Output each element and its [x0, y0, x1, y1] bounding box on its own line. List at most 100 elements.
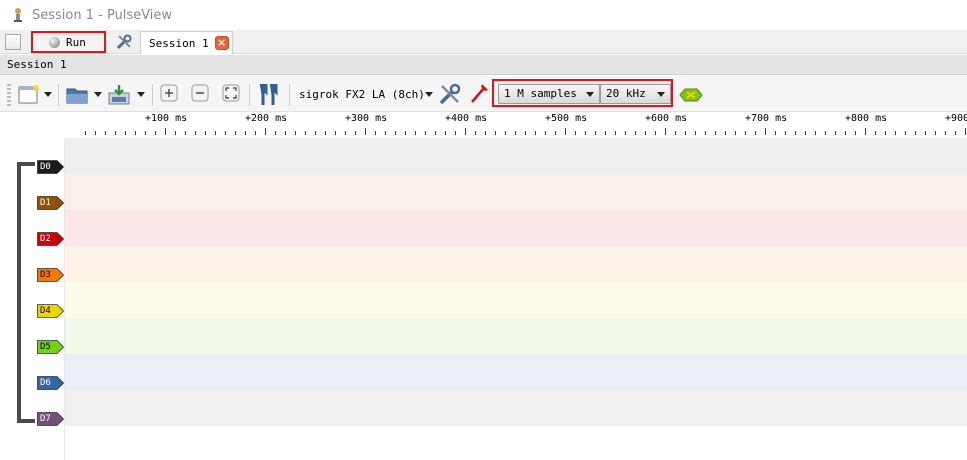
open-dropdown-icon[interactable] [94, 92, 102, 97]
channel-lane-d7[interactable] [65, 390, 967, 426]
channel-label-d6[interactable]: D6 [37, 376, 65, 390]
channel-name: D2 [40, 234, 51, 244]
ruler-minor-tick [525, 131, 526, 135]
ruler-minor-tick [905, 131, 906, 135]
ruler-major-tick [865, 128, 866, 135]
ruler-minor-tick [895, 131, 896, 135]
zoom-out-icon[interactable] [191, 84, 209, 102]
close-tab-icon[interactable]: × [214, 36, 229, 50]
ruler-minor-tick [575, 131, 576, 135]
device-configure-icon[interactable] [438, 82, 462, 106]
probe-channels-icon[interactable] [470, 82, 490, 104]
channel-lane-d2[interactable] [65, 210, 967, 246]
channel-group-bracket[interactable] [17, 162, 35, 423]
sample-count-select[interactable]: 1 M samples [498, 84, 600, 104]
channel-name: D5 [40, 342, 51, 352]
toolbar-separator [289, 84, 290, 106]
ruler-minor-tick [705, 131, 706, 135]
ruler-label: +500 ms [545, 113, 588, 124]
zoom-fit-icon[interactable] [222, 84, 240, 102]
ruler-major-tick [965, 128, 966, 135]
ruler-minor-tick [585, 131, 586, 135]
ruler-minor-tick [555, 131, 556, 135]
channel-lane-d1[interactable] [65, 174, 967, 210]
ruler-minor-tick [695, 131, 696, 135]
channel-label-d1[interactable]: D1 [37, 196, 65, 210]
ruler-minor-tick [355, 131, 356, 135]
channel-label-d0[interactable]: D0 [37, 160, 65, 174]
ruler-minor-tick [515, 131, 516, 135]
ruler-minor-tick [455, 131, 456, 135]
ruler-minor-tick [125, 131, 126, 135]
channel-lane-d3[interactable] [65, 246, 967, 282]
channel-lane-d4[interactable] [65, 282, 967, 318]
ruler-minor-tick [115, 131, 116, 135]
window-title: Session 1 - PulseView [32, 7, 173, 23]
open-file-icon[interactable] [66, 84, 90, 106]
new-view-dropdown-icon[interactable] [44, 92, 52, 97]
settings-tools-icon[interactable] [115, 33, 133, 51]
ruler-minor-tick [495, 131, 496, 135]
save-file-icon[interactable] [107, 84, 133, 106]
ruler-minor-tick [145, 131, 146, 135]
zoom-in-icon[interactable] [160, 84, 178, 102]
chevron-down-icon [586, 92, 594, 97]
ruler-minor-tick [935, 131, 936, 135]
ruler-label: +700 ms [745, 113, 788, 124]
ruler-minor-tick [815, 131, 816, 135]
ruler-minor-tick [215, 131, 216, 135]
ruler-minor-tick [755, 131, 756, 135]
channel-lane-d0[interactable] [65, 138, 967, 174]
session-title: Session 1 [7, 58, 67, 71]
ruler-minor-tick [845, 131, 846, 135]
ruler-major-tick [465, 128, 466, 135]
run-button-label: Run [66, 35, 86, 49]
ruler-major-tick [365, 128, 366, 135]
ruler-minor-tick [745, 131, 746, 135]
time-ruler[interactable]: +100 ms +200 ms +300 ms +400 ms +500 ms +600 … [65, 112, 967, 138]
ruler-minor-tick [95, 131, 96, 135]
ruler-minor-tick [105, 131, 106, 135]
channel-label-d3[interactable]: D3 [37, 268, 65, 282]
ruler-minor-tick [445, 131, 446, 135]
ruler-minor-tick [255, 131, 256, 135]
ruler-major-tick [265, 128, 266, 135]
ruler-minor-tick [195, 131, 196, 135]
channel-lane-d5[interactable] [65, 318, 967, 354]
toolbar-grip[interactable] [7, 84, 11, 106]
tab-label: Session 1 [149, 36, 209, 50]
run-button[interactable]: Run [31, 31, 106, 53]
ruler-minor-tick [435, 131, 436, 135]
ruler-minor-tick [305, 131, 306, 135]
add-decoder-icon[interactable] [679, 87, 703, 103]
chevron-down-icon [657, 92, 665, 97]
sample-rate-select[interactable]: 20 kHz [600, 84, 671, 104]
channel-name: D1 [40, 198, 51, 208]
ruler-minor-tick [805, 131, 806, 135]
ruler-minor-tick [345, 131, 346, 135]
ruler-minor-tick [635, 131, 636, 135]
ruler-minor-tick [785, 131, 786, 135]
trace-view[interactable]: D0 D1 D2 D3 D4 D5 D6 D7 [0, 138, 967, 460]
channel-label-d5[interactable]: D5 [37, 340, 65, 354]
tab-session-1[interactable]: Session 1 × [140, 31, 233, 54]
device-selector-label[interactable]: sigrok FX2 LA (8ch) [299, 88, 425, 101]
toolbar-separator [152, 84, 153, 106]
show-cursors-icon[interactable] [256, 84, 280, 106]
new-view-icon[interactable] [18, 84, 40, 106]
run-status-icon [49, 36, 60, 48]
channel-lane-d6[interactable] [65, 354, 967, 390]
channel-label-d7[interactable]: D7 [37, 412, 65, 426]
channel-label-d4[interactable]: D4 [37, 304, 65, 318]
ruler-minor-tick [855, 131, 856, 135]
ruler-minor-tick [595, 131, 596, 135]
menu-button[interactable] [5, 34, 21, 50]
device-dropdown-icon[interactable] [425, 92, 433, 97]
channel-name: D6 [40, 378, 51, 388]
ruler-minor-tick [605, 131, 606, 135]
channel-name: D7 [40, 414, 51, 424]
ruler-minor-tick [315, 131, 316, 135]
toolbar-separator [58, 84, 59, 106]
channel-label-d2[interactable]: D2 [37, 232, 65, 246]
save-dropdown-icon[interactable] [137, 92, 145, 97]
